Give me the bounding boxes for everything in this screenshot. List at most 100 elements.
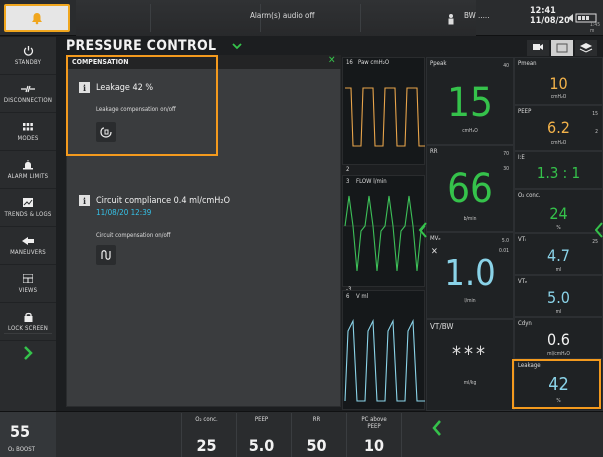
close-icon[interactable]: ✕ (328, 55, 336, 66)
pressure-waveform[interactable] (342, 57, 425, 165)
flow-waveform[interactable] (342, 175, 426, 287)
param-value: *** (452, 342, 488, 366)
param-value: 1.3 : 1 (536, 164, 581, 182)
param-vtbw[interactable]: VT/BW *** ml/kg (426, 319, 514, 411)
param-ie[interactable]: I:E 1.3 : 1 (514, 151, 603, 189)
camera-icon (533, 44, 543, 50)
param-label: PEEP (518, 108, 532, 115)
grid-icon (21, 122, 35, 132)
tab-layers-view[interactable] (575, 40, 597, 56)
param-value: 1.0 (444, 253, 496, 294)
circuit-comp-icon (101, 250, 111, 260)
setting-label: PEEP (254, 416, 269, 423)
alarm-audio-status: Alarm(s) audio off (250, 11, 315, 20)
setting-value: 5.0 (248, 436, 275, 455)
param-unit: ml (555, 267, 562, 273)
lock-icon (21, 312, 35, 322)
param-limit: 40 (503, 63, 509, 69)
sidebar-item-label: TRENDS & LOGS (4, 210, 52, 218)
sidebar-item-standby[interactable]: STANDBY (0, 37, 56, 75)
alarm-divider (150, 4, 151, 32)
param-rr[interactable]: RR 70 30 66 b/min (426, 145, 514, 232)
param-value: 4.7 (547, 246, 570, 265)
param-cdyn[interactable]: Cdyn 0.6 ml/cmH₂O (514, 317, 603, 359)
power-icon (21, 46, 35, 56)
param-value: 24 (549, 204, 568, 223)
info-icon[interactable]: i (79, 195, 90, 206)
setting-o2-conc[interactable]: O₂ conc. 25 (181, 413, 231, 457)
sidebar-item-label: ALARM LIMITS (7, 172, 49, 180)
o2-boost-button[interactable]: 55 O₂ BOOST (0, 412, 56, 457)
alarm-icon (21, 159, 35, 170)
leakage-param-highlight-frame (512, 359, 601, 409)
sidebar-item-label: MODES (17, 134, 39, 142)
param-label: RR (430, 148, 438, 155)
collapse-left-chevron[interactable] (418, 222, 428, 242)
volume-waveform[interactable] (342, 290, 425, 410)
param-unit: % (556, 225, 561, 231)
setting-rr[interactable]: RR 50 (291, 413, 341, 457)
sidebar-item-views[interactable]: VIEWS (0, 265, 56, 303)
setting-label: RR (312, 416, 321, 423)
param-label: I:E (518, 154, 525, 161)
body-weight-text[interactable]: BW ..... (464, 11, 489, 20)
sidebar-item-modes[interactable]: MODES (0, 113, 56, 151)
param-value: 15 (447, 80, 493, 126)
setting-label: PC above PEEP (361, 416, 387, 430)
sidebar-next-button[interactable] (4, 333, 52, 371)
leakage-highlight-frame (66, 55, 218, 156)
tab-waveform-view[interactable] (527, 40, 549, 56)
setting-peep[interactable]: PEEP 5.0 (236, 413, 286, 457)
param-unit: ml/cmH₂O (547, 351, 570, 357)
maneuver-icon (21, 236, 35, 246)
collapse-right-chevron[interactable] (594, 222, 603, 242)
chevron-left-icon (594, 222, 603, 238)
circuit-compensation-toggle[interactable] (96, 245, 116, 265)
page-title[interactable]: PRESSURE CONTROL (66, 38, 216, 54)
sidebar-item-alarm-limits[interactable]: ALARM LIMITS (0, 151, 56, 189)
clock-time: 12:41 (530, 6, 556, 16)
tab-numbers-view[interactable] (551, 40, 573, 56)
disconnect-icon (21, 84, 35, 94)
param-label: VTₑ (518, 278, 528, 285)
param-peep[interactable]: PEEP 15 2 6.2 cmH₂O (514, 105, 603, 151)
setting-pc-above-peep[interactable]: PC above PEEP 10 (346, 413, 402, 457)
more-settings-button[interactable] (432, 420, 442, 440)
clock-date: 11/08/20 (530, 16, 570, 26)
wave-label: Paw cmH₂O (358, 59, 390, 66)
param-label: VT/BW (430, 322, 454, 331)
param-vti[interactable]: VTᵢ 25 4.7 ml (514, 233, 603, 275)
param-unit: ml (555, 309, 562, 315)
chevron-down-icon[interactable] (232, 39, 242, 53)
sidebar-item-label: LOCK SCREEN (7, 324, 49, 332)
param-ppeak[interactable]: Ppeak 40 15 cmH₂O (426, 57, 514, 145)
views-icon (21, 274, 35, 284)
sidebar-item-label: VIEWS (18, 286, 38, 294)
pressure-wave-svg (345, 87, 425, 147)
param-value: 10 (549, 74, 568, 93)
alarm-bell-button[interactable] (4, 4, 70, 32)
setting-label: O₂ conc. (195, 416, 218, 423)
param-limit-high: 15 (592, 111, 598, 117)
sidebar-item-maneuvers[interactable]: MANEUVERS (0, 227, 56, 265)
layers-icon (579, 43, 593, 53)
wave-scale-bottom: 2 (346, 166, 350, 173)
battery-time: 1:45 m (590, 22, 601, 34)
param-pmean[interactable]: Pmean 10 cmH₂O (514, 57, 603, 105)
sidebar-item-trends-logs[interactable]: TRENDS & LOGS (0, 189, 56, 227)
sidebar-item-disconnection[interactable]: DISCONNECTION (0, 75, 56, 113)
patient-icon (446, 10, 456, 29)
param-o2[interactable]: O₂ conc. 24 % (514, 189, 603, 233)
o2-boost-label: O₂ BOOST (8, 446, 35, 453)
param-value: 5.0 (547, 288, 570, 307)
bell-icon (32, 13, 42, 25)
param-value: 6.2 (547, 118, 570, 137)
param-unit: l/min (464, 298, 476, 304)
sidebar-item-label: STANDBY (14, 58, 42, 66)
param-mve[interactable]: MVₑ ✕ 5.0 0.01 1.0 l/min (426, 232, 514, 319)
param-vte[interactable]: VTₑ 5.0 ml (514, 275, 603, 317)
param-unit: b/min (463, 216, 477, 222)
o2-boost-value: 55 (10, 422, 31, 441)
chevron-left-icon (418, 222, 427, 238)
view-tabs (527, 40, 597, 56)
